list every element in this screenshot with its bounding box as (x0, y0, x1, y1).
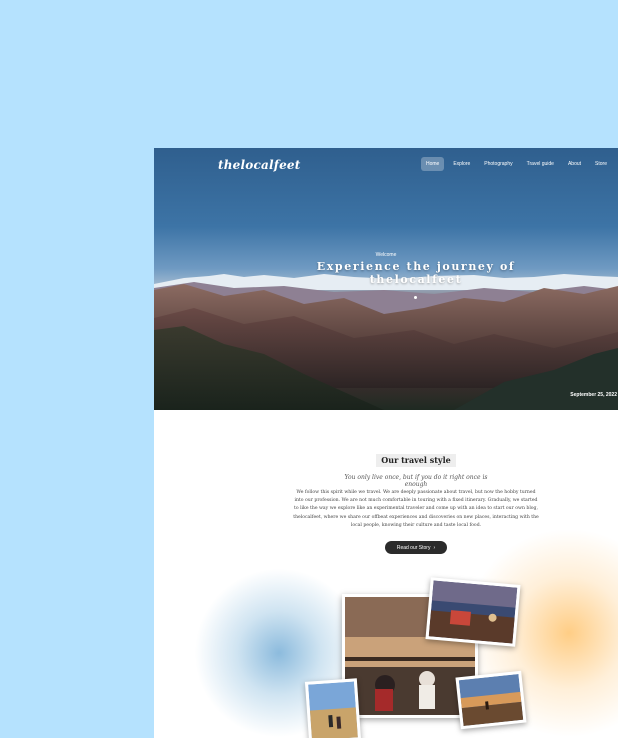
cafe-deck-image (428, 580, 518, 644)
nav-item-travel-guide[interactable]: Travel guide (522, 157, 559, 171)
webpage: thelocalfeet Home Explore Photography Tr… (154, 148, 618, 738)
photo-cafe-deck (425, 577, 521, 647)
nav-item-photography[interactable]: Photography (479, 157, 517, 171)
arrow-right-icon: › (433, 544, 436, 551)
hero-section: thelocalfeet Home Explore Photography Tr… (154, 148, 618, 410)
hero-title: Experience the journey of thelocalfeet (154, 260, 618, 286)
hero-welcome-text: Welcome (375, 252, 397, 258)
hero-date: September 25, 2022 (570, 392, 617, 398)
desert-walk-image (308, 681, 358, 738)
slide-indicator-dot[interactable] (414, 296, 417, 299)
nav-item-store[interactable]: Store (590, 157, 612, 171)
travel-style-paragraph: We follow this spirit while we travel. W… (293, 490, 539, 528)
hero-title-line2: thelocalfeet (369, 273, 463, 286)
hero-title-line1: Experience the journey of (316, 260, 516, 273)
main-nav: Home Explore Photography Travel guide Ab… (420, 157, 612, 171)
travel-style-tagline: You only live once, but if you do it rig… (344, 474, 488, 488)
photo-sunset-field (455, 670, 527, 730)
photo-desert-walk (304, 678, 362, 738)
travel-style-heading: Our travel style (376, 454, 456, 467)
site-logo[interactable]: thelocalfeet (218, 158, 300, 172)
nav-item-explore[interactable]: Explore (448, 157, 475, 171)
nav-item-about[interactable]: About (563, 157, 586, 171)
nav-item-home[interactable]: Home (420, 157, 445, 171)
read-our-story-button[interactable]: Read our Story › (385, 541, 447, 554)
sunset-field-image (458, 673, 524, 727)
read-our-story-label: Read our Story (396, 544, 431, 551)
